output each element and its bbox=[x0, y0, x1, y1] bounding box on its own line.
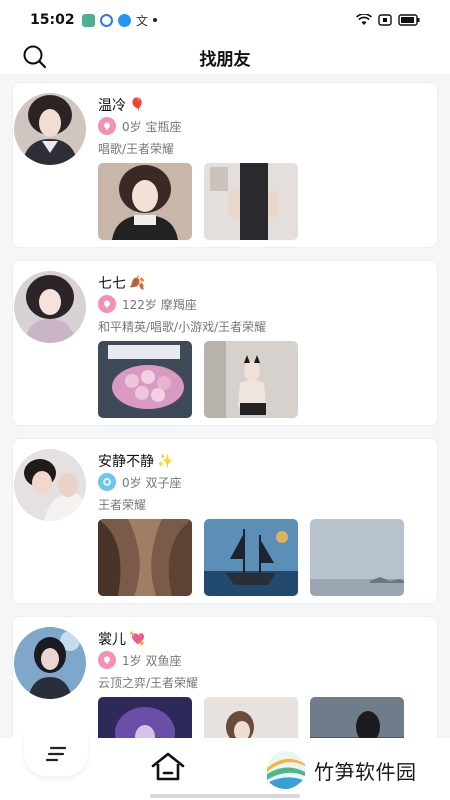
age-constellation: 0岁 双子座 bbox=[122, 475, 182, 490]
photo-thumbnail[interactable] bbox=[204, 341, 298, 418]
home-indicator bbox=[150, 794, 300, 798]
interest-tags: 云顶之弈/王者荣耀 bbox=[98, 676, 199, 690]
photo-strip bbox=[98, 163, 298, 240]
sim-icon bbox=[378, 14, 392, 26]
name-emoji: 💘 bbox=[129, 631, 146, 647]
shield-notification-icon bbox=[82, 13, 95, 27]
name-row: 安静不静 ✨ bbox=[98, 451, 173, 471]
system-icons bbox=[356, 14, 420, 26]
photo-thumbnail[interactable] bbox=[204, 519, 298, 596]
female-icon bbox=[98, 117, 116, 135]
avatar[interactable] bbox=[14, 271, 86, 343]
avatar[interactable] bbox=[14, 93, 86, 165]
friend-card[interactable]: 安静不静 ✨ 0岁 双子座 王者荣耀 bbox=[12, 438, 438, 604]
female-icon bbox=[98, 651, 116, 669]
name-row: 七七 🍂 bbox=[98, 273, 145, 293]
name-emoji: ✨ bbox=[157, 453, 174, 469]
name-row: 温冷 🎈 bbox=[98, 95, 145, 115]
status-time: 15:02 bbox=[30, 12, 75, 28]
meta-row: 122岁 摩羯座 bbox=[98, 295, 197, 313]
status-bar: 15:02 文 bbox=[0, 0, 450, 40]
age-constellation: 1岁 双鱼座 bbox=[122, 653, 182, 668]
interest-tags: 王者荣耀 bbox=[98, 498, 147, 512]
meta-row: 0岁 双子座 bbox=[98, 473, 181, 491]
friend-feed[interactable]: 温冷 🎈 0岁 宝瓶座 唱歌/王者荣耀 七七 🍂 122岁 摩羯座 和平精英/唱… bbox=[0, 78, 450, 738]
name-emoji: 🍂 bbox=[129, 275, 146, 291]
user-name: 裳儿 bbox=[98, 632, 126, 648]
user-name: 安静不静 bbox=[98, 454, 154, 470]
filter-tab[interactable] bbox=[24, 732, 88, 776]
photo-thumbnail[interactable] bbox=[98, 341, 192, 418]
interest-tags: 和平精英/唱歌/小游戏/王者荣耀 bbox=[98, 320, 267, 334]
avatar[interactable] bbox=[14, 627, 86, 699]
friend-card[interactable]: 七七 🍂 122岁 摩羯座 和平精英/唱歌/小游戏/王者荣耀 bbox=[12, 260, 438, 426]
name-emoji: 🎈 bbox=[129, 97, 146, 113]
name-row: 裳儿 💘 bbox=[98, 629, 145, 649]
input-method-icon: 文 bbox=[136, 13, 149, 28]
photo-thumbnail[interactable] bbox=[204, 697, 298, 738]
male-icon bbox=[98, 473, 116, 491]
home-icon bbox=[151, 752, 185, 781]
home-tab[interactable] bbox=[148, 750, 188, 784]
photo-strip bbox=[98, 697, 404, 738]
photo-thumbnail[interactable] bbox=[310, 519, 404, 596]
photo-thumbnail[interactable] bbox=[98, 163, 192, 240]
friend-card[interactable]: 温冷 🎈 0岁 宝瓶座 唱歌/王者荣耀 bbox=[12, 82, 438, 248]
user-name: 温冷 bbox=[98, 98, 126, 114]
photo-thumbnail[interactable] bbox=[204, 163, 298, 240]
user-name: 七七 bbox=[98, 276, 126, 292]
age-constellation: 0岁 宝瓶座 bbox=[122, 119, 182, 134]
app-header: 找朋友 bbox=[0, 40, 450, 74]
meta-row: 1岁 双鱼座 bbox=[98, 651, 181, 669]
bottom-tab-bar: 竹笋软件园 bbox=[0, 732, 450, 800]
photo-thumbnail[interactable] bbox=[98, 697, 192, 738]
battery-icon bbox=[398, 14, 420, 26]
more-notifications-icon bbox=[153, 18, 158, 22]
avatar[interactable] bbox=[14, 449, 86, 521]
watermark-logo-icon bbox=[267, 751, 305, 789]
friend-card[interactable]: 裳儿 💘 1岁 双鱼座 云顶之弈/王者荣耀 bbox=[12, 616, 438, 738]
photo-strip bbox=[98, 519, 404, 596]
page-title: 找朋友 bbox=[199, 50, 251, 70]
wifi-icon bbox=[356, 14, 372, 25]
watermark-text: 竹笋软件园 bbox=[314, 759, 417, 784]
meta-row: 0岁 宝瓶座 bbox=[98, 117, 181, 135]
photo-strip bbox=[98, 341, 298, 418]
female-icon bbox=[98, 295, 116, 313]
photo-thumbnail[interactable] bbox=[98, 519, 192, 596]
watermark: 竹笋软件园 bbox=[264, 750, 417, 790]
interest-tags: 唱歌/王者荣耀 bbox=[98, 142, 175, 156]
notification-icons: 文 bbox=[82, 12, 158, 29]
app-notification-icon bbox=[118, 13, 131, 27]
sort-filter-icon bbox=[45, 746, 67, 762]
age-constellation: 122岁 摩羯座 bbox=[122, 297, 197, 312]
photo-thumbnail[interactable] bbox=[310, 697, 404, 738]
circle-notification-icon bbox=[100, 13, 113, 27]
